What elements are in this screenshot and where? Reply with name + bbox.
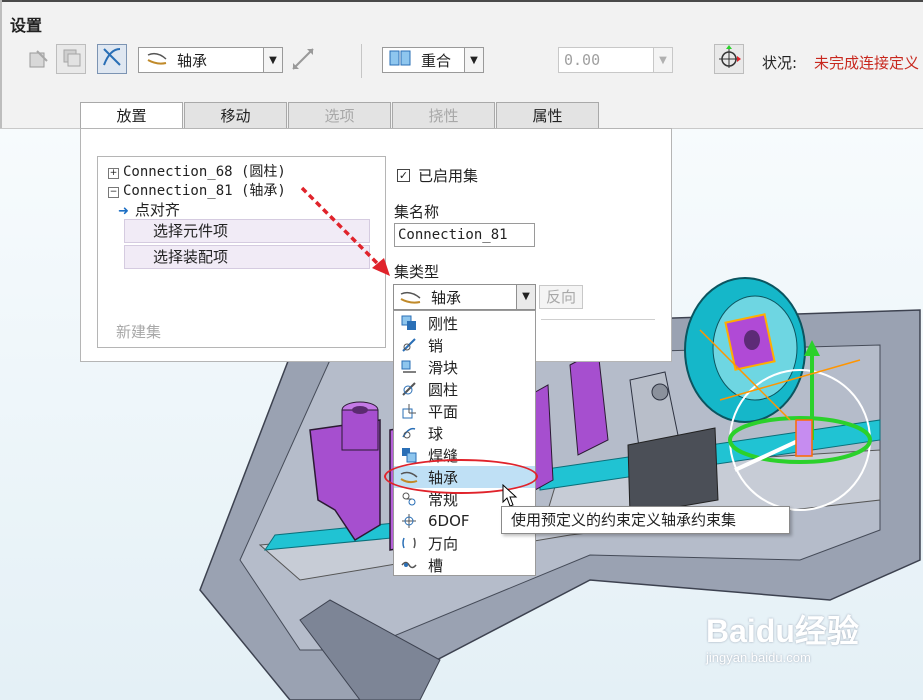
- dropdown-item-label: 6DOF: [428, 512, 470, 530]
- bearing-icon: [147, 51, 167, 69]
- expand-icon[interactable]: +: [108, 168, 119, 179]
- dropdown-item-ball[interactable]: 球: [394, 422, 535, 444]
- dropdown-item-weld[interactable]: 焊缝: [394, 444, 535, 466]
- new-set-link[interactable]: 新建集: [116, 321, 161, 342]
- component-item-collector[interactable]: 选择元件项: [124, 219, 370, 243]
- dropdown-item-label: 球: [428, 424, 444, 443]
- point-align-label: 点对齐: [134, 201, 180, 219]
- dropdown-item-gimbal[interactable]: 万向: [394, 532, 535, 554]
- offset-value: 0.00: [564, 51, 601, 69]
- status-value: 未完成连接定义: [814, 54, 920, 72]
- dropdown-item-label: 销: [428, 336, 444, 355]
- arrow-right-icon: ➜: [118, 204, 129, 219]
- crosshair-icon: [717, 45, 741, 73]
- offset-input[interactable]: 0.00 ▼: [558, 47, 673, 73]
- slider-icon: [400, 358, 418, 376]
- placement-panel: + Connection_68 (圆柱) − Connection_81 (轴承) …: [80, 128, 672, 362]
- set-name-label: 集名称: [394, 203, 440, 221]
- panel-divider: [541, 319, 655, 320]
- set-name-input[interactable]: Connection_81: [394, 223, 535, 247]
- dropdown-item-label: 焊缝: [428, 446, 459, 465]
- joint-icon: [100, 45, 124, 73]
- dropdown-item-label: 平面: [428, 402, 459, 421]
- 6dof-icon: [400, 512, 418, 530]
- general-icon: [400, 490, 418, 508]
- enable-set-option[interactable]: ✓ 已启用集: [397, 165, 478, 186]
- cylinder-icon: [400, 380, 418, 398]
- chevron-down-icon[interactable]: ▼: [516, 285, 535, 309]
- connection-type-select[interactable]: 轴承 ▼: [138, 47, 283, 73]
- set-type-value: 轴承: [431, 289, 462, 307]
- status-label: 状况:: [762, 54, 798, 72]
- dropdown-item-label: 圆柱: [428, 380, 459, 399]
- dropdown-item-label: 槽: [428, 556, 444, 575]
- point-align-item[interactable]: ➜ 点对齐: [118, 199, 180, 220]
- tab-options: 选项: [288, 102, 391, 128]
- flip-arrows-icon: [290, 46, 316, 76]
- enable-set-checkbox[interactable]: ✓: [397, 169, 410, 182]
- chevron-down-icon[interactable]: ▼: [464, 48, 483, 72]
- dropdown-item-slider[interactable]: 滑块: [394, 356, 535, 378]
- ribbon-top-border: [0, 0, 923, 2]
- copy-icon: [60, 46, 82, 72]
- ribbon-left-border: [0, 0, 2, 128]
- set-type-dropdown: 刚性 销 滑块 圆柱 平面 球 焊缝 轴承 常规 6DOF 万向 槽: [393, 310, 536, 576]
- dropdown-item-rigid[interactable]: 刚性: [394, 312, 535, 334]
- pin-icon: [400, 336, 418, 354]
- tab-properties[interactable]: 属性: [496, 102, 599, 128]
- set-type-select[interactable]: 轴承 ▼: [393, 284, 536, 310]
- chevron-down-icon[interactable]: ▼: [653, 48, 672, 72]
- panel-tabs: 放置 移动 选项 挠性 属性: [80, 102, 600, 129]
- planar-icon: [400, 402, 418, 420]
- connection-type-value: 轴承: [177, 51, 208, 70]
- show-component-button[interactable]: [714, 44, 744, 74]
- chevron-down-icon[interactable]: ▼: [263, 48, 282, 72]
- user-defined-button[interactable]: [56, 44, 86, 74]
- dropdown-item-label: 滑块: [428, 358, 459, 377]
- assembly-item-collector[interactable]: 选择装配项: [124, 245, 370, 269]
- dropdown-item-label: 轴承: [428, 468, 459, 487]
- collapse-icon[interactable]: −: [108, 187, 119, 198]
- tab-flexibility: 挠性: [392, 102, 495, 128]
- tab-move[interactable]: 移动: [184, 102, 287, 128]
- bearing-icon: [400, 468, 418, 486]
- dropdown-item-planar[interactable]: 平面: [394, 400, 535, 422]
- tree-item-connection-81[interactable]: − Connection_81 (轴承): [108, 180, 286, 200]
- set-type-label: 集类型: [394, 263, 440, 281]
- flip-constraint-button[interactable]: [288, 46, 318, 76]
- bearing-icon: [400, 290, 422, 308]
- enable-set-label: 已启用集: [418, 167, 479, 185]
- watermark-brand: Baidu经验: [706, 613, 859, 649]
- dropdown-item-cylinder[interactable]: 圆柱: [394, 378, 535, 400]
- ribbon-divider: [361, 44, 362, 78]
- tab-placement[interactable]: 放置: [80, 102, 183, 129]
- dropdown-item-slot[interactable]: 槽: [394, 554, 535, 576]
- weld-icon: [400, 446, 418, 464]
- dropdown-item-label: 万向: [428, 534, 459, 553]
- coincident-icon: [389, 50, 411, 70]
- dropdown-item-pin[interactable]: 销: [394, 334, 535, 356]
- dropdown-item-label: 刚性: [428, 314, 459, 333]
- connection-tree[interactable]: + Connection_68 (圆柱) − Connection_81 (轴承) …: [97, 156, 386, 348]
- baidu-watermark: Baidu经验 jingyan.baidu.com: [706, 606, 859, 665]
- mechanism-connect-button[interactable]: [24, 46, 54, 76]
- connect-icon: [27, 47, 51, 75]
- ball-icon: [400, 424, 418, 442]
- flip-button: 反向: [539, 285, 583, 309]
- tree-item-connection-68[interactable]: + Connection_68 (圆柱): [108, 161, 286, 181]
- tree-item-label: Connection_81 (轴承): [123, 183, 286, 199]
- rigid-icon: [400, 314, 418, 332]
- mouse-cursor-icon: [502, 484, 518, 507]
- constraint-type-value: 重合: [421, 51, 452, 70]
- constraint-type-select[interactable]: 重合 ▼: [382, 47, 484, 73]
- gimbal-icon: [400, 534, 418, 552]
- predefined-set-button[interactable]: [97, 44, 127, 74]
- dropdown-item-label: 常规: [428, 490, 459, 509]
- slot-icon: [400, 556, 418, 574]
- tooltip: 使用预定义的约束定义轴承约束集: [501, 506, 790, 534]
- watermark-url: jingyan.baidu.com: [706, 650, 811, 665]
- tree-item-label: Connection_68 (圆柱): [123, 164, 286, 180]
- ribbon-title: 设置: [10, 16, 43, 35]
